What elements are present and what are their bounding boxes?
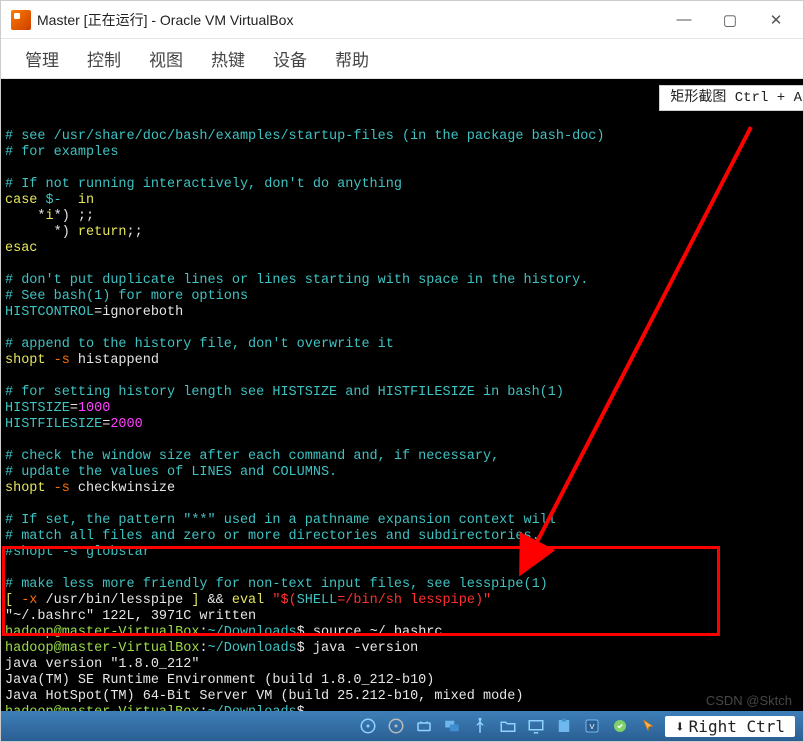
terminal-line: shopt -s histappend [5, 353, 799, 369]
terminal-line: # If not running interactively, don't do… [5, 177, 799, 193]
menu-view[interactable]: 视图 [139, 40, 193, 77]
terminal-line: "~/.bashrc" 122L, 3971C written [5, 609, 799, 625]
display-icon[interactable] [525, 715, 547, 737]
terminal-line [5, 561, 799, 577]
menu-hotkeys[interactable]: 热键 [201, 40, 255, 77]
terminal-line: java version "1.8.0_212" [5, 657, 799, 673]
terminal-line: Java(TM) SE Runtime Environment (build 1… [5, 673, 799, 689]
terminal-line [5, 321, 799, 337]
terminal-line: # match all files and zero or more direc… [5, 529, 799, 545]
menu-devices[interactable]: 设备 [263, 40, 317, 77]
terminal-line [5, 161, 799, 177]
titlebar: Master [正在运行] - Oracle VM VirtualBox — ▢… [1, 1, 803, 39]
guest-terminal[interactable]: # see /usr/share/doc/bash/examples/start… [1, 79, 803, 711]
terminal-line: hadoop@master-VirtualBox:~/Downloads$ ja… [5, 641, 799, 657]
terminal-line: # See bash(1) for more options [5, 289, 799, 305]
host-key-arrow-icon: ⬇ [675, 717, 685, 736]
terminal-line: # append to the history file, don't over… [5, 337, 799, 353]
terminal-line: HISTCONTROL=ignoreboth [5, 305, 799, 321]
terminal-line: # check the window size after each comma… [5, 449, 799, 465]
window-title: Master [正在运行] - Oracle VM VirtualBox [37, 10, 661, 30]
terminal-line: # don't put duplicate lines or lines sta… [5, 273, 799, 289]
terminal-line: #shopt -s globstar [5, 545, 799, 561]
optical-disc-icon[interactable] [385, 715, 407, 737]
terminal-line [5, 369, 799, 385]
mouse-integration-icon[interactable] [637, 715, 659, 737]
terminal-line [5, 497, 799, 513]
host-key-label: Right Ctrl [689, 717, 785, 736]
terminal-line: [ -x /usr/bin/lesspipe ] && eval "$(SHEL… [5, 593, 799, 609]
terminal-line [5, 257, 799, 273]
menu-manage[interactable]: 管理 [15, 40, 69, 77]
terminal-line: # see /usr/share/doc/bash/examples/start… [5, 129, 799, 145]
maximize-button[interactable]: ▢ [707, 1, 753, 39]
virtualbox-window: Master [正在运行] - Oracle VM VirtualBox — ▢… [0, 0, 804, 742]
terminal-line: *) return;; [5, 225, 799, 241]
terminal-line: HISTSIZE=1000 [5, 401, 799, 417]
terminal-line: # for examples [5, 145, 799, 161]
shared-clipboard-icon[interactable] [553, 715, 575, 737]
virtualbox-app-icon [11, 10, 31, 30]
window-controls: — ▢ ✕ [661, 1, 799, 39]
terminal-line: hadoop@master-VirtualBox:~/Downloads$ [5, 705, 799, 711]
screenshot-tooltip: 矩形截图 Ctrl + A [659, 85, 803, 111]
terminal-line: hadoop@master-VirtualBox:~/Downloads$ so… [5, 625, 799, 641]
minimize-button[interactable]: — [661, 1, 707, 39]
host-key-indicator[interactable]: ⬇ Right Ctrl [665, 716, 795, 737]
menu-help[interactable]: 帮助 [325, 40, 379, 77]
terminal-line: case $- in [5, 193, 799, 209]
terminal-line: *i*) ;; [5, 209, 799, 225]
terminal-line [5, 433, 799, 449]
close-button[interactable]: ✕ [753, 1, 799, 39]
statusbar: V ⬇ Right Ctrl [1, 711, 803, 741]
terminal-line: # make less more friendly for non-text i… [5, 577, 799, 593]
terminal-line: # update the values of LINES and COLUMNS… [5, 465, 799, 481]
shared-folder-icon[interactable] [497, 715, 519, 737]
terminal-line: shopt -s checkwinsize [5, 481, 799, 497]
network-icon[interactable] [413, 715, 435, 737]
terminal-line: Java HotSpot(TM) 64-Bit Server VM (build… [5, 689, 799, 705]
usb-icon[interactable] [469, 715, 491, 737]
recording-icon[interactable]: V [581, 715, 603, 737]
terminal-line: esac [5, 241, 799, 257]
monitors-icon[interactable] [441, 715, 463, 737]
terminal-line: # for setting history length see HISTSIZ… [5, 385, 799, 401]
terminal-line: # If set, the pattern "**" used in a pat… [5, 513, 799, 529]
svg-text:V: V [590, 722, 595, 731]
menu-control[interactable]: 控制 [77, 40, 131, 77]
harddisk-icon[interactable] [357, 715, 379, 737]
menubar: 管理 控制 视图 热键 设备 帮助 [1, 39, 803, 79]
audio-icon[interactable] [609, 715, 631, 737]
terminal-line: HISTFILESIZE=2000 [5, 417, 799, 433]
